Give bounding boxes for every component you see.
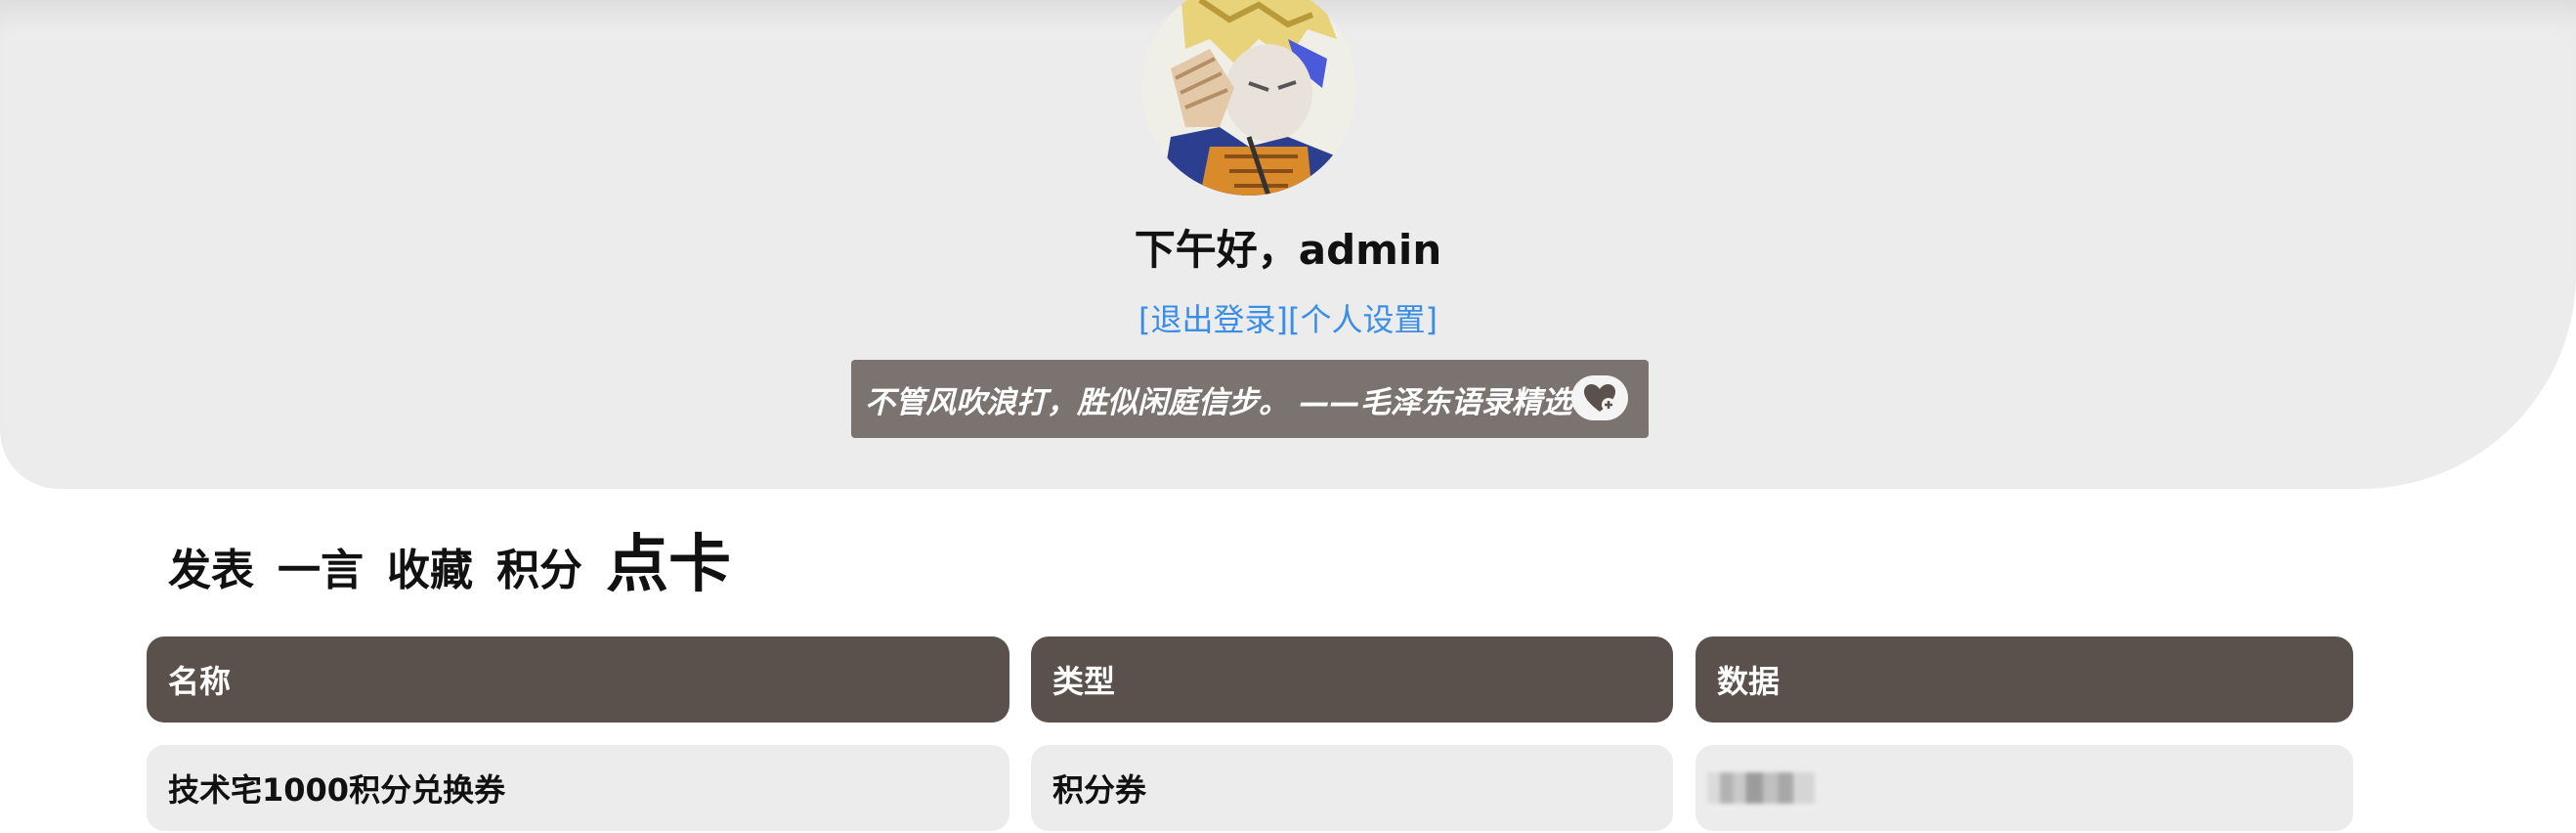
quote-box: 不管风吹浪打，胜似闲庭信步。 ——毛泽东语录精选: [851, 360, 1649, 438]
column-header-data: 数据: [1696, 636, 2353, 723]
tab-publish[interactable]: 发表: [168, 549, 254, 596]
quote-text: 不管风吹浪打，胜似闲庭信步。 ——毛泽东语录精选: [865, 384, 1572, 420]
row-cell-data: [1696, 745, 2353, 831]
row-cell-type: 积分券: [1031, 745, 1673, 831]
tab-quotes[interactable]: 一言: [278, 549, 364, 596]
avatar[interactable]: [1141, 0, 1356, 196]
account-links: [退出登录][个人设置]: [0, 295, 2576, 340]
tab-favorites[interactable]: 收藏: [387, 549, 473, 596]
heart-plus-icon: [1584, 384, 1615, 412]
tab-points[interactable]: 积分: [496, 549, 582, 596]
column-header-name: 名称: [147, 636, 1009, 723]
greeting-text: 下午好，admin: [1134, 226, 1442, 274]
settings-link[interactable]: [个人设置]: [1288, 301, 1438, 338]
tab-cards[interactable]: 点卡: [606, 534, 731, 596]
row-cell-name: 技术宅1000积分兑换券: [147, 745, 1009, 831]
profile-header: 下午好，admin [退出登录][个人设置] 不管风吹浪打，胜似闲庭信步。 ——…: [0, 0, 2576, 489]
redacted-data: [1707, 772, 1815, 804]
column-header-type: 类型: [1031, 636, 1673, 723]
profile-tabs: 发表 一言 收藏 积分 点卡: [168, 518, 754, 596]
logout-link[interactable]: [退出登录]: [1138, 301, 1288, 338]
like-button[interactable]: [1571, 375, 1628, 420]
avatar-image: [1141, 0, 1356, 196]
